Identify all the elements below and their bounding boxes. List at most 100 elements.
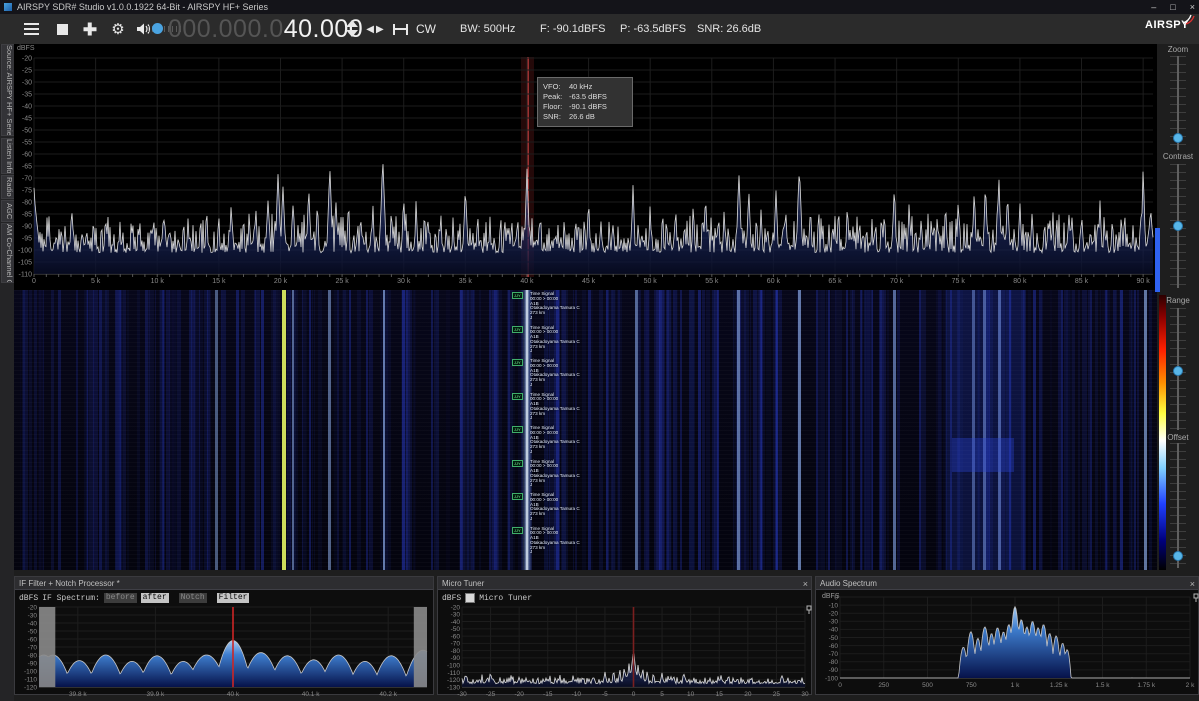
left-sidebar: Source: AIRSPY HF+ Series Listen Info Ra… xyxy=(0,44,15,701)
snr-readout: SNR: 26.6dB xyxy=(697,23,762,35)
stop-button[interactable] xyxy=(52,14,72,44)
svg-text:65 k: 65 k xyxy=(828,278,842,285)
waterfall-stripe xyxy=(261,290,264,570)
zoom-slider[interactable] xyxy=(1170,56,1186,150)
menu-icon[interactable] xyxy=(20,14,42,44)
waterfall-stripe xyxy=(58,290,61,570)
waterfall-stripe xyxy=(1033,290,1036,570)
settings-gear-icon[interactable]: ⚙ xyxy=(108,14,128,44)
svg-text:-80: -80 xyxy=(22,199,32,206)
sidebar-tab-listen-info[interactable]: Listen Info xyxy=(1,138,15,174)
svg-text:90 k: 90 k xyxy=(1137,278,1151,285)
waterfall[interactable]: JJY Time Signal 00:00 > 00:00 A1B Otakadoyam… xyxy=(14,290,1157,570)
zoom-label: Zoom xyxy=(1167,45,1189,54)
notch-toggle[interactable]: Notch xyxy=(178,593,207,603)
micro-tuner-panel-header[interactable]: Micro Tuner xyxy=(438,577,811,590)
frequency-steppers[interactable] xyxy=(345,18,359,40)
svg-text:-100: -100 xyxy=(447,662,460,669)
waterfall-stripe xyxy=(737,290,740,570)
svg-text:-30: -30 xyxy=(28,612,38,619)
contrast-slider[interactable] xyxy=(1170,164,1186,288)
app-icon xyxy=(4,3,12,11)
add-icon[interactable] xyxy=(80,14,100,44)
waterfall-stripe xyxy=(1134,290,1136,570)
range-slider-thumb[interactable] xyxy=(1173,366,1183,376)
offset-slider-thumb[interactable] xyxy=(1173,551,1183,561)
svg-text:-40: -40 xyxy=(451,619,461,626)
offset-slider[interactable] xyxy=(1170,443,1186,568)
snap-to-grid-icon[interactable] xyxy=(393,24,408,35)
station-badge: JJY xyxy=(512,292,523,299)
step-up-icon[interactable] xyxy=(346,20,358,27)
svg-text:500: 500 xyxy=(922,682,933,689)
micro-tuner-checkbox-label: Micro Tuner xyxy=(479,593,533,603)
waterfall-stripe xyxy=(760,290,762,570)
station-badge: JJY xyxy=(512,526,523,534)
svg-text:20: 20 xyxy=(744,691,752,698)
sidebar-tab-agc[interactable]: AGC xyxy=(1,200,15,222)
waterfall-stripe xyxy=(1061,290,1063,570)
range-slider[interactable] xyxy=(1170,308,1186,430)
svg-text:-20: -20 xyxy=(28,605,38,611)
svg-text:-120: -120 xyxy=(24,684,37,691)
audio-spectrum-chart: 0-10-20-30-40-50-60-70-80-90-1000 250 500 7… xyxy=(825,594,1195,689)
svg-text:-60: -60 xyxy=(28,636,38,643)
waterfall-stripe xyxy=(366,290,368,570)
close-button[interactable]: × xyxy=(1190,0,1195,14)
station-badge: JJY xyxy=(512,359,523,366)
zoom-slider-thumb[interactable] xyxy=(1173,133,1183,143)
svg-text:1.25 k: 1.25 k xyxy=(1050,682,1068,689)
svg-text:-50: -50 xyxy=(829,635,839,642)
before-toggle[interactable]: before xyxy=(103,593,137,603)
micro-tuner-panel: Micro Tuner × dBFS Micro Tuner -20 -30 -40… xyxy=(437,576,812,698)
contrast-label: Contrast xyxy=(1162,152,1194,161)
if-filter-panel-header[interactable]: IF Filter + Notch Processor * xyxy=(15,577,433,590)
svg-text:15 k: 15 k xyxy=(212,278,226,285)
panel-close-icon[interactable]: × xyxy=(1190,579,1195,589)
waterfall-stripe xyxy=(871,290,873,570)
svg-text:-30: -30 xyxy=(457,691,467,698)
station-badge: JJY xyxy=(512,426,523,433)
svg-text:-100: -100 xyxy=(24,668,37,675)
tune-left-right-icons[interactable]: ◀▶ xyxy=(363,14,389,44)
sidebar-tab-source[interactable]: Source: AIRSPY HF+ Series xyxy=(1,44,15,136)
spectrum-panel[interactable]: -20 -25 -30 -35 -40 -45 -50 -55 -60 -65 -70 -75 -80 -… xyxy=(14,44,1157,290)
svg-text:40 k: 40 k xyxy=(227,691,240,698)
filter-toggle[interactable]: Filter xyxy=(216,593,250,603)
maximize-button[interactable]: □ xyxy=(1170,0,1175,14)
audio-spectrum-panel-header[interactable]: Audio Spectrum xyxy=(816,577,1198,590)
waterfall-stripe xyxy=(282,290,286,570)
if-spectrum-chart: -20-30-40-50-60-70-80-90-100-110-120 39.8… xyxy=(24,605,428,698)
volume-thumb[interactable] xyxy=(152,23,163,34)
svg-text:39.8 k: 39.8 k xyxy=(69,691,87,698)
logo-waves-icon xyxy=(1182,14,1195,25)
station-annotation-text: Time Signal 00:00 > 00:00 A1B Otakadoyama T… xyxy=(530,492,580,521)
after-toggle[interactable]: after xyxy=(140,593,169,603)
waterfall-scrollbar[interactable] xyxy=(1155,228,1160,292)
svg-text:1.5 k: 1.5 k xyxy=(1095,682,1110,689)
waterfall-stripe xyxy=(349,290,351,570)
sidebar-tab-radio[interactable]: Radio xyxy=(1,175,15,199)
svg-text:-80: -80 xyxy=(829,659,839,666)
waterfall-stripe xyxy=(798,290,801,570)
panel-close-icon[interactable]: × xyxy=(803,579,808,589)
mode-label[interactable]: CW xyxy=(412,14,440,44)
waterfall-stripe xyxy=(659,290,662,570)
svg-text:-40: -40 xyxy=(28,620,38,627)
svg-text:0: 0 xyxy=(632,691,636,698)
svg-text:-90: -90 xyxy=(28,660,38,667)
svg-text:-20: -20 xyxy=(451,605,461,611)
contrast-slider-thumb[interactable] xyxy=(1173,221,1183,231)
minimize-button[interactable]: – xyxy=(1151,0,1156,14)
waterfall-stripe xyxy=(816,290,818,570)
app-window: AIRSPY SDR# Studio v1.0.0.1922 64-Bit - … xyxy=(0,0,1199,701)
step-down-icon[interactable] xyxy=(346,30,358,37)
svg-text:10 k: 10 k xyxy=(151,278,165,285)
waterfall-stripe xyxy=(1144,290,1147,570)
sidebar-tab-am-cochannel[interactable]: AM Co-Channel Canceller xyxy=(1,223,15,283)
svg-text:1 k: 1 k xyxy=(1011,682,1020,689)
waterfall-stripe xyxy=(893,290,896,570)
waterfall-stripe xyxy=(717,290,719,570)
micro-tuner-checkbox[interactable] xyxy=(465,593,476,603)
frequency-display[interactable]: 000.000.040.000 xyxy=(168,15,363,44)
